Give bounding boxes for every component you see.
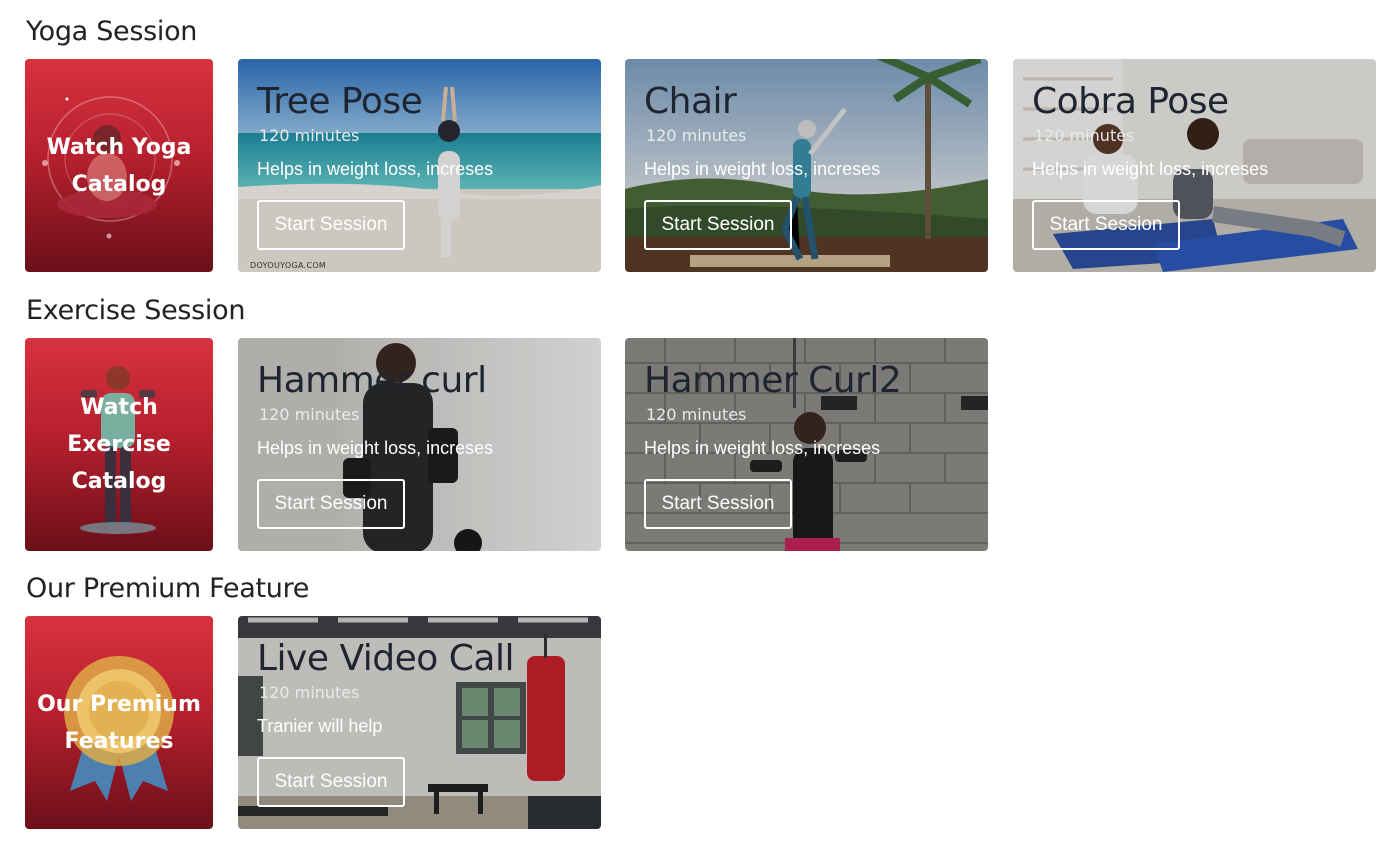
start-session-button[interactable]: Start Session — [257, 200, 405, 250]
session-card-hammer-curl: Hammer curl 120 minutes Helps in weight … — [238, 338, 601, 551]
card-duration: 120 minutes — [259, 405, 360, 424]
card-description: Helps in weight loss, increses — [644, 159, 881, 179]
card-description: Helps in weight loss, increses — [257, 438, 494, 458]
card-title: Tree Pose — [257, 81, 423, 122]
start-session-button[interactable]: Start Session — [1032, 200, 1180, 250]
card-duration: 120 minutes — [646, 126, 747, 145]
exercise-catalog-card[interactable]: Watch Exercise Catalog — [25, 338, 213, 551]
card-title: Live Video Call — [257, 638, 514, 679]
card-duration: 120 minutes — [259, 126, 360, 145]
start-session-button[interactable]: Start Session — [644, 200, 792, 250]
session-card-tree-pose: Tree Pose 120 minutes Helps in weight lo… — [238, 59, 601, 272]
section-title-premium: Our Premium Feature — [26, 573, 310, 604]
photo-watermark: DOYOUYOGA.COM — [250, 261, 327, 270]
card-duration: 120 minutes — [1034, 126, 1135, 145]
start-session-button[interactable]: Start Session — [257, 757, 405, 807]
card-description: Helps in weight loss, increses — [644, 438, 881, 458]
card-description: Helps in weight loss, increses — [257, 159, 494, 179]
card-title: Hammer curl — [257, 360, 487, 401]
card-duration: 120 minutes — [646, 405, 747, 424]
section-title-yoga: Yoga Session — [26, 16, 198, 47]
exercise-catalog-label: Watch Exercise Catalog — [67, 395, 171, 494]
card-description: Tranier will help — [257, 716, 383, 736]
session-card-cobra-pose: Cobra Pose 120 minutes Helps in weight l… — [1013, 59, 1376, 272]
session-card-chair: Chair 120 minutes Helps in weight loss, … — [625, 59, 988, 272]
start-session-button[interactable]: Start Session — [257, 479, 405, 529]
premium-catalog-label: Our Premium Features — [37, 691, 201, 754]
card-title: Chair — [644, 81, 737, 122]
section-title-exercise: Exercise Session — [26, 295, 246, 326]
session-card-live-video-call: Live Video Call 120 minutes Tranier will… — [238, 616, 601, 829]
card-title: Cobra Pose — [1032, 81, 1229, 122]
premium-catalog-card[interactable]: Our Premium Features — [25, 616, 213, 829]
yoga-catalog-label: Watch Yoga Catalog — [46, 134, 192, 197]
yoga-catalog-card[interactable]: Watch Yoga Catalog — [25, 59, 213, 272]
card-duration: 120 minutes — [259, 683, 360, 702]
session-card-hammer-curl2: Hammer Curl2 120 minutes Helps in weight… — [625, 338, 988, 551]
card-title: Hammer Curl2 — [644, 360, 902, 401]
card-description: Helps in weight loss, increses — [1032, 159, 1269, 179]
start-session-button[interactable]: Start Session — [644, 479, 792, 529]
